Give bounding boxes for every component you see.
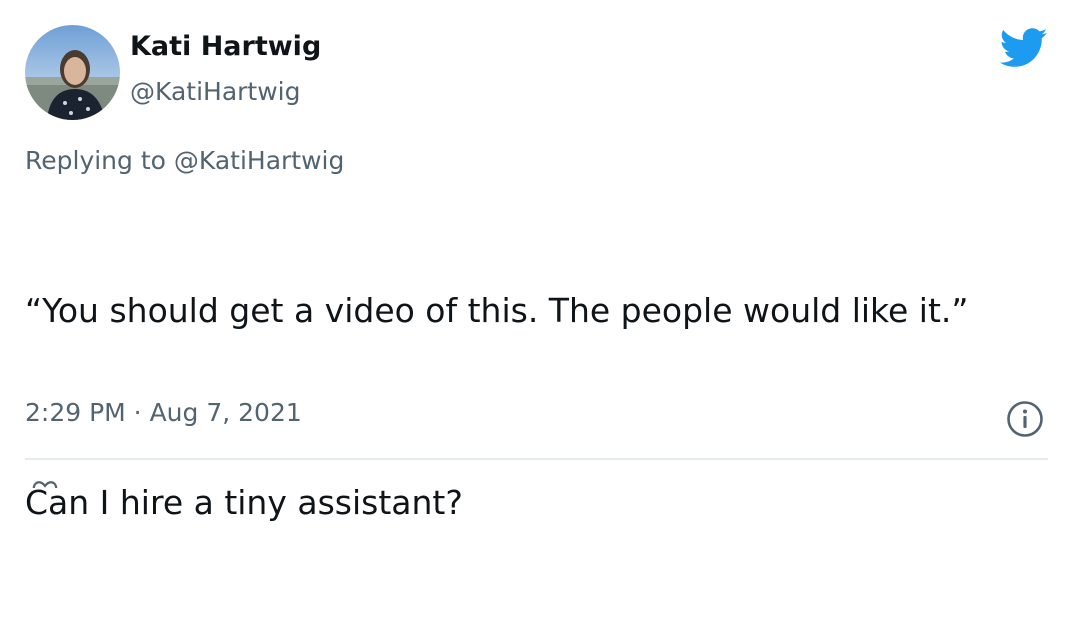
replying-to: Replying to @KatiHartwig (25, 146, 344, 175)
info-icon[interactable] (1006, 400, 1044, 438)
tweet-date: Aug 7, 2021 (149, 398, 302, 427)
avatar[interactable] (25, 25, 120, 120)
heart-icon[interactable] (31, 479, 59, 488)
meta-separator: · (125, 398, 150, 427)
author-display-name[interactable]: Kati Hartwig (130, 31, 321, 62)
engagement-row (25, 476, 1048, 488)
twitter-bird-icon[interactable] (1000, 27, 1048, 69)
replying-to-mention[interactable]: @KatiHartwig (174, 146, 344, 175)
tweet-time: 2:29 PM (25, 398, 126, 427)
avatar-photo (25, 25, 120, 120)
tweet-paragraph: “You should get a video of this. The peo… (25, 291, 969, 330)
tweet-card: Kati Hartwig @KatiHartwig Replying to @K… (0, 0, 1072, 522)
author-handle[interactable]: @KatiHartwig (130, 77, 300, 106)
replying-to-label: Replying to (25, 146, 174, 175)
tweet-timestamp[interactable]: 2:29 PM · Aug 7, 2021 (25, 398, 302, 427)
divider (25, 458, 1048, 460)
